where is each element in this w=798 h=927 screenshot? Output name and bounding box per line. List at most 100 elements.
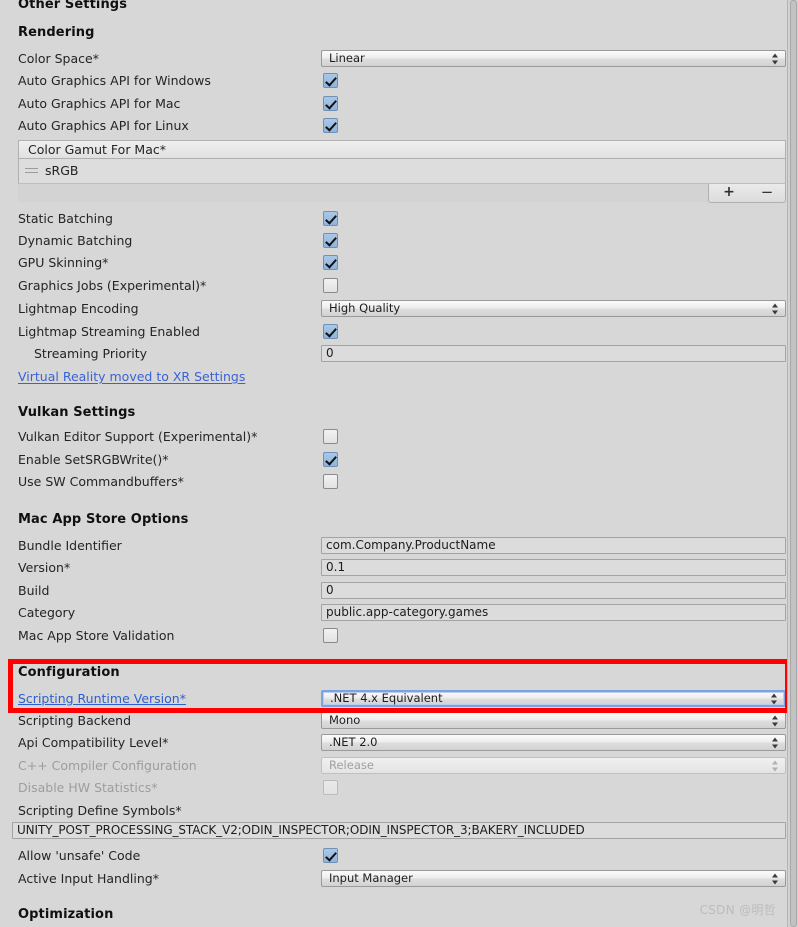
label-static-batching: Static Batching bbox=[18, 211, 113, 226]
checkbox-mac-app-store-validation[interactable] bbox=[323, 628, 338, 643]
section-header-other-settings: Other Settings bbox=[18, 0, 128, 12]
section-header-vulkan-settings: Vulkan Settings bbox=[18, 405, 136, 420]
input-build[interactable]: 0 bbox=[321, 582, 786, 599]
vertical-scrollbar[interactable] bbox=[787, 0, 798, 927]
add-item-button[interactable]: + bbox=[710, 184, 748, 202]
label-disable-hw-statistics: Disable HW Statistics* bbox=[18, 780, 158, 795]
label-auto-graphics-windows: Auto Graphics API for Windows bbox=[18, 73, 211, 88]
dropdown-api-compatibility-level-value: .NET 2.0 bbox=[329, 735, 378, 749]
dropdown-api-compatibility-level[interactable]: .NET 2.0 bbox=[321, 734, 786, 751]
remove-item-button[interactable]: − bbox=[748, 184, 786, 202]
list-item-label: sRGB bbox=[45, 163, 79, 178]
row-allow-unsafe-code: Allow 'unsafe' Code bbox=[0, 847, 787, 869]
dropdown-lightmap-encoding[interactable]: High Quality bbox=[321, 300, 786, 317]
label-api-compatibility-level: Api Compatibility Level* bbox=[18, 735, 169, 750]
section-header-optimization: Optimization bbox=[18, 907, 114, 922]
label-graphics-jobs: Graphics Jobs (Experimental)* bbox=[18, 278, 207, 293]
dropdown-lightmap-encoding-value: High Quality bbox=[329, 301, 401, 315]
dropdown-scripting-runtime-version[interactable]: .NET 4.x Equivalent bbox=[321, 690, 786, 707]
chevron-updown-icon bbox=[772, 873, 779, 884]
section-header-configuration: Configuration bbox=[18, 665, 120, 680]
row-vr-notice: Virtual Reality moved to XR Settings bbox=[0, 368, 787, 390]
section-header-rendering: Rendering bbox=[18, 25, 95, 40]
label-scripting-backend: Scripting Backend bbox=[18, 713, 132, 728]
row-auto-graphics-mac: Auto Graphics API for Mac bbox=[0, 95, 787, 117]
row-scripting-backend: Scripting Backend Mono bbox=[0, 712, 787, 734]
row-vulkan-editor-support: Vulkan Editor Support (Experimental)* bbox=[0, 428, 787, 450]
dropdown-active-input-handling[interactable]: Input Manager bbox=[321, 870, 786, 887]
list-body-color-gamut: sRGB bbox=[18, 158, 786, 185]
player-settings-panel: Other Settings Rendering Color Space* Li… bbox=[0, 0, 798, 927]
checkbox-static-batching[interactable] bbox=[323, 211, 338, 226]
label-streaming-priority: Streaming Priority bbox=[34, 346, 148, 361]
chevron-updown-icon bbox=[772, 715, 779, 726]
link-virtual-reality-xr-settings[interactable]: Virtual Reality moved to XR Settings bbox=[18, 368, 245, 386]
checkbox-vulkan-editor-support[interactable] bbox=[323, 429, 338, 444]
chevron-updown-icon bbox=[772, 737, 779, 748]
checkbox-allow-unsafe-code[interactable] bbox=[323, 848, 338, 863]
input-version[interactable]: 0.1 bbox=[321, 559, 786, 576]
vertical-scrollbar-thumb[interactable] bbox=[790, 0, 797, 927]
row-static-batching: Static Batching bbox=[0, 210, 787, 232]
label-version: Version* bbox=[18, 560, 71, 575]
input-bundle-identifier[interactable]: com.Company.ProductName bbox=[321, 537, 786, 554]
row-use-sw-commandbuffers: Use SW Commandbuffers* bbox=[0, 473, 787, 495]
checkbox-enable-setsrgbwrite[interactable] bbox=[323, 452, 338, 467]
label-gpu-skinning: GPU Skinning* bbox=[18, 255, 109, 270]
checkbox-gpu-skinning[interactable] bbox=[323, 255, 338, 270]
dropdown-cpp-compiler-configuration-value: Release bbox=[329, 758, 374, 772]
label-use-sw-commandbuffers: Use SW Commandbuffers* bbox=[18, 474, 184, 489]
row-cpp-compiler-configuration: C++ Compiler Configuration Release bbox=[0, 757, 787, 779]
dropdown-color-space-value: Linear bbox=[329, 51, 365, 65]
settings-content: Other Settings Rendering Color Space* Li… bbox=[0, 0, 787, 927]
row-auto-graphics-windows: Auto Graphics API for Windows bbox=[0, 72, 787, 94]
list-footer-color-gamut: + − bbox=[18, 183, 786, 203]
row-api-compatibility-level: Api Compatibility Level* .NET 2.0 bbox=[0, 734, 787, 756]
reorderable-list-color-gamut: Color Gamut For Mac* sRGB + − bbox=[18, 140, 786, 203]
label-vulkan-editor-support: Vulkan Editor Support (Experimental)* bbox=[18, 429, 258, 444]
row-lightmap-encoding: Lightmap Encoding High Quality bbox=[0, 300, 787, 322]
input-streaming-priority[interactable]: 0 bbox=[321, 345, 786, 362]
row-gpu-skinning: GPU Skinning* bbox=[0, 254, 787, 276]
chevron-updown-icon bbox=[772, 760, 779, 771]
row-build: Build 0 bbox=[0, 582, 787, 604]
dropdown-color-space[interactable]: Linear bbox=[321, 50, 786, 67]
label-build: Build bbox=[18, 583, 50, 598]
label-color-space: Color Space* bbox=[18, 51, 99, 66]
label-scripting-runtime-version[interactable]: Scripting Runtime Version* bbox=[18, 690, 186, 708]
checkbox-dynamic-batching[interactable] bbox=[323, 233, 338, 248]
row-auto-graphics-linux: Auto Graphics API for Linux bbox=[0, 117, 787, 139]
label-bundle-identifier: Bundle Identifier bbox=[18, 538, 122, 553]
input-category[interactable]: public.app-category.games bbox=[321, 604, 786, 621]
row-enable-setsrgbwrite: Enable SetSRGBWrite()* bbox=[0, 451, 787, 473]
drag-handle-icon[interactable] bbox=[25, 168, 38, 174]
checkbox-lightmap-streaming[interactable] bbox=[323, 324, 338, 339]
list-header-color-gamut: Color Gamut For Mac* bbox=[18, 140, 786, 158]
row-bundle-identifier: Bundle Identifier com.Company.ProductNam… bbox=[0, 537, 787, 559]
label-lightmap-streaming: Lightmap Streaming Enabled bbox=[18, 324, 200, 339]
label-scripting-define-symbols: Scripting Define Symbols* bbox=[18, 803, 182, 818]
checkbox-auto-graphics-linux[interactable] bbox=[323, 118, 338, 133]
label-mac-app-store-validation: Mac App Store Validation bbox=[18, 628, 175, 643]
checkbox-auto-graphics-windows[interactable] bbox=[323, 73, 338, 88]
row-color-space: Color Space* Linear bbox=[0, 50, 787, 72]
list-item[interactable]: sRGB bbox=[19, 159, 785, 182]
label-cpp-compiler-configuration: C++ Compiler Configuration bbox=[18, 758, 197, 773]
checkbox-use-sw-commandbuffers[interactable] bbox=[323, 474, 338, 489]
row-lightmap-streaming: Lightmap Streaming Enabled bbox=[0, 323, 787, 345]
label-dynamic-batching: Dynamic Batching bbox=[18, 233, 133, 248]
label-enable-setsrgbwrite: Enable SetSRGBWrite()* bbox=[18, 452, 169, 467]
chevron-updown-icon bbox=[772, 303, 779, 314]
input-scripting-define-symbols[interactable]: UNITY_POST_PROCESSING_STACK_V2;ODIN_INSP… bbox=[12, 822, 786, 839]
row-dynamic-batching: Dynamic Batching bbox=[0, 232, 787, 254]
row-mac-app-store-validation: Mac App Store Validation bbox=[0, 627, 787, 649]
dropdown-scripting-backend[interactable]: Mono bbox=[321, 712, 786, 729]
checkbox-graphics-jobs[interactable] bbox=[323, 278, 338, 293]
row-streaming-priority: Streaming Priority 0 bbox=[0, 345, 787, 367]
row-disable-hw-statistics: Disable HW Statistics* bbox=[0, 779, 787, 801]
label-auto-graphics-linux: Auto Graphics API for Linux bbox=[18, 118, 189, 133]
label-allow-unsafe-code: Allow 'unsafe' Code bbox=[18, 848, 141, 863]
checkbox-auto-graphics-mac[interactable] bbox=[323, 96, 338, 111]
row-active-input-handling: Active Input Handling* Input Manager bbox=[0, 870, 787, 892]
row-version: Version* 0.1 bbox=[0, 559, 787, 581]
